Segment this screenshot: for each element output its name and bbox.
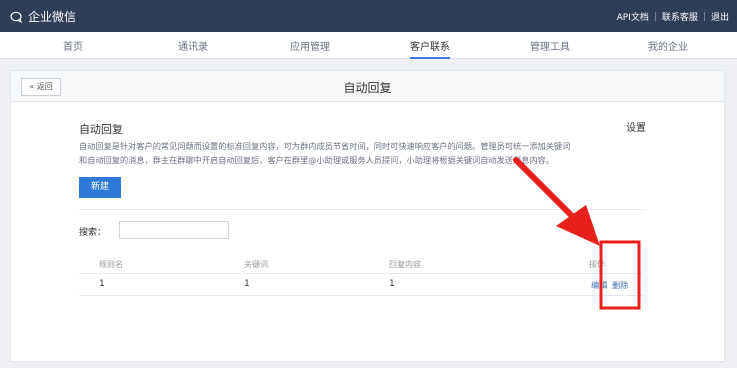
column-header-keyword: 关键词 [244, 260, 268, 269]
section-title: 自动回复 [79, 123, 123, 136]
link-separator: | [702, 11, 706, 22]
nav-item-home[interactable]: 首页 [63, 38, 83, 53]
settings-link[interactable]: 设置 [626, 119, 646, 134]
contact-support-link[interactable]: 联系客服 [662, 10, 698, 23]
delete-link[interactable]: 删除 [612, 279, 628, 291]
api-docs-link[interactable]: API文档 [617, 10, 649, 23]
nav-item-customer-contact[interactable]: 客户联系 [410, 38, 450, 59]
content-panel: « 返回 自动回复 自动回复 设置 自动回复是针对客户的常见问题而设置的标准回复… [10, 70, 725, 362]
keyword-cell: 1 [244, 279, 250, 289]
section-description: 自动回复是针对客户的常见问题而设置的标准回复内容，可为群内成员节省时间，同时可快… [79, 139, 639, 167]
nav-item-contacts[interactable]: 通讯录 [178, 38, 208, 53]
new-rule-button[interactable]: 新建 [79, 177, 121, 198]
link-separator: | [653, 11, 657, 22]
table-header: 规则名 关键词 回复内容 操作 [79, 257, 643, 274]
reply-content-cell: 1 [389, 279, 395, 289]
column-header-reply-content: 回复内容 [389, 260, 421, 269]
nav-item-management-tools[interactable]: 管理工具 [530, 38, 570, 53]
search-label: 搜索： [79, 228, 107, 238]
nav-item-app-management[interactable]: 应用管理 [290, 38, 330, 53]
description-line: 自动回复是针对客户的常见问题而设置的标准回复内容，可为群内成员节省时间，同时可快… [79, 141, 571, 151]
edit-link[interactable]: 编辑 [591, 279, 607, 291]
description-line: 和自动回复的消息，群主在群聊中开启自动回复后，客户在群里@小助理或服务人员提问，… [79, 155, 554, 165]
main-nav: 首页 通讯录 应用管理 客户联系 管理工具 我的企业 [0, 32, 737, 59]
page-title: 自动回复 [343, 81, 392, 95]
brand-name: 企业微信 [28, 10, 77, 24]
brand[interactable]: 企业微信 [10, 8, 76, 25]
column-header-rule-name: 规则名 [99, 260, 123, 269]
nav-item-my-enterprise[interactable]: 我的企业 [648, 38, 688, 53]
table-row: 1 1 1 编辑 删除 [79, 275, 643, 296]
search-input[interactable] [119, 221, 229, 239]
top-links: API文档 | 联系客服 | 退出 [617, 10, 729, 24]
divider [79, 209, 644, 210]
rule-name-cell: 1 [99, 279, 105, 289]
column-header-actions: 操作 [589, 260, 605, 269]
wecom-logo-icon [10, 11, 24, 23]
panel-header: « 返回 自动回复 [11, 71, 724, 102]
logout-link[interactable]: 退出 [711, 10, 729, 23]
top-bar: 企业微信 API文档 | 联系客服 | 退出 [0, 0, 737, 32]
